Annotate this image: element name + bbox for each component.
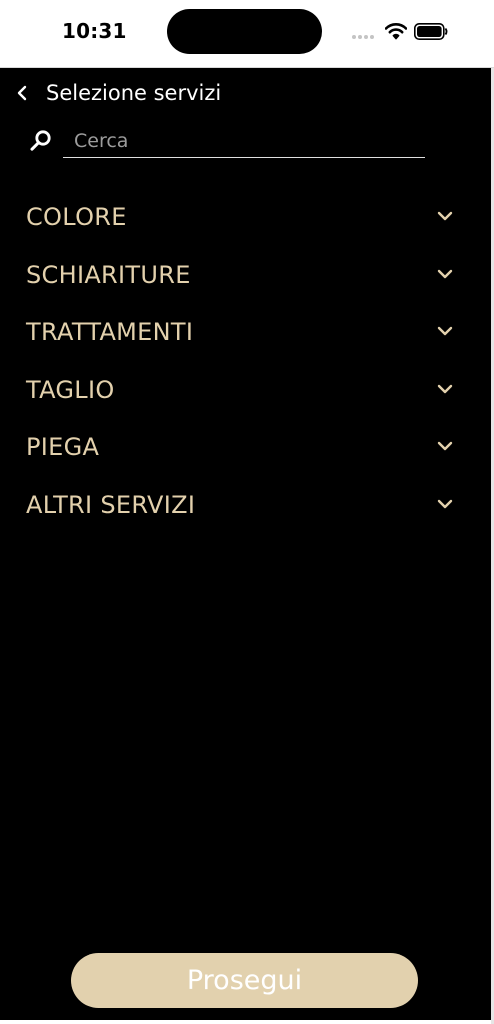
page-title: Selezione servizi (46, 81, 222, 105)
wifi-icon (385, 23, 407, 40)
category-item-piega[interactable]: PIEGA (0, 422, 491, 480)
category-label: ALTRI SERVIZI (26, 490, 196, 519)
category-list: COLORE SCHIARITURE TRATTAMENTI TAGLIO PI… (0, 192, 491, 538)
chevron-down-icon (437, 269, 453, 278)
category-item-trattamenti[interactable]: TRATTAMENTI (0, 307, 491, 365)
category-item-colore[interactable]: COLORE (0, 192, 491, 250)
chevron-down-icon (437, 499, 453, 509)
battery-icon (414, 23, 448, 40)
search-input[interactable] (63, 124, 425, 158)
chevron-down-icon (437, 326, 453, 336)
category-label: SCHIARITURE (26, 260, 191, 289)
category-label: COLORE (26, 203, 127, 231)
services-screen: Selezione servizi COLORE SCHIARITURE (0, 68, 491, 1020)
back-button[interactable] (10, 80, 34, 106)
dynamic-island (167, 9, 322, 54)
chevron-down-icon (437, 384, 453, 393)
status-time: 10:31 (62, 19, 127, 43)
search-bar (28, 120, 428, 162)
phone-screen: 10:31 Selezione servizi Cerca COLORE SCH… (0, 0, 494, 1024)
category-item-altri-servizi[interactable]: ALTRI SERVIZI (0, 480, 491, 538)
header: Selezione servizi (0, 68, 491, 118)
proceed-button[interactable]: Prosegui (71, 953, 418, 1008)
cellular-signal-icon (352, 35, 376, 39)
category-item-taglio[interactable]: TAGLIO (0, 365, 491, 423)
status-bar: 10:31 (0, 0, 494, 68)
search-icon (30, 130, 51, 151)
chevron-left-icon (17, 85, 27, 101)
category-item-schiariture[interactable]: SCHIARITURE (0, 250, 491, 308)
category-label: PIEGA (26, 433, 100, 462)
category-label: TAGLIO (26, 375, 115, 404)
chevron-down-icon (437, 211, 453, 221)
chevron-down-icon (437, 442, 453, 451)
category-label: TRATTAMENTI (26, 318, 194, 347)
